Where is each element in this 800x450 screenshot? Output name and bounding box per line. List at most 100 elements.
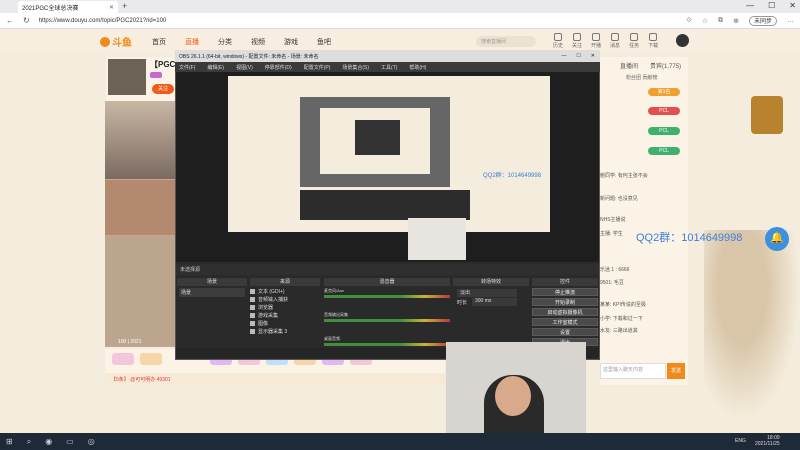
maximize-icon[interactable]: ☐ [576,53,580,59]
virtual-camera-button[interactable]: 启动虚拟摄像机 [532,308,598,316]
nav-live[interactable]: 直播 [185,37,199,47]
menu-docks[interactable]: 停靠部件(D) [265,64,292,71]
search-icon[interactable]: ⌕ [27,437,31,447]
browser-tab[interactable]: 2021PGC全球总决赛 ✕ [18,1,118,13]
download-icon[interactable]: 下载 [648,33,658,49]
mixer-channel[interactable]: 音频输出采集 [324,312,450,323]
nav-video[interactable]: 视频 [251,37,265,47]
site-logo[interactable]: 斗鱼 [100,34,132,49]
bell-icon[interactable]: 🔔 [765,227,789,251]
menu-file[interactable]: 文件(F) [179,64,195,71]
chat-message: 水友: 三路出道其 [600,328,638,334]
obs-titlebar: OBS 26.1.1 (64-bit, windows) - 配置文件: 未命名… [175,50,600,62]
menu-profile[interactable]: 配置文件(P) [304,64,331,71]
chat-message: 鲍同学: 有何主张不会 [600,173,648,179]
minimize-icon[interactable]: — [746,1,754,10]
follow-button[interactable]: 关注 [152,84,174,94]
close-icon[interactable]: ✕ [591,53,595,59]
follow-icon[interactable]: 关注 [572,33,582,49]
preview-webcam [408,218,466,260]
window-controls: — ☐ ✕ [746,1,796,10]
nav-yuba[interactable]: 鱼吧 [317,37,331,47]
source-item[interactable]: 图像 [250,320,316,327]
sync-button[interactable]: 未同步 [748,15,777,26]
collections-icon[interactable]: ⧉ [718,17,723,25]
room-thumbnail[interactable] [108,59,146,95]
notice-text: 【5条】 @可可明办 49301 [111,376,171,383]
source-item[interactable]: 文本 (GDI+) [250,288,316,295]
message-icon[interactable]: 消息 [610,33,620,49]
duration-input[interactable]: 300 ms [472,298,517,306]
start-icon[interactable]: ⊞ [6,437,13,446]
send-button[interactable]: 发送 [667,363,685,379]
input-language[interactable]: ENG [735,438,746,444]
controls-dock-header: 控件 [532,278,598,286]
menu-scene-collection[interactable]: 场景集合(S) [342,64,369,71]
close-icon[interactable]: ✕ [109,4,114,11]
nav-home[interactable]: 首页 [152,37,166,47]
clock[interactable]: 18:09 2021/11/25 [755,435,780,447]
rank-badge[interactable]: 第1名 [648,88,680,96]
event-badge[interactable] [751,96,783,134]
rank-badge[interactable]: PCL [648,107,680,115]
more-icon[interactable]: … [787,17,794,24]
webcam-face [495,376,531,416]
nav-category[interactable]: 分类 [218,37,232,47]
image-icon [250,321,255,326]
minimize-icon[interactable]: — [561,53,566,59]
favorite-icon[interactable]: ☆ [702,17,708,25]
scene-item[interactable]: 场景 [179,288,245,297]
stream-frame-top [105,101,177,179]
search-input[interactable]: 搜索直播间 [476,36,536,47]
tab-vip[interactable]: 贵宾(1,775) [650,61,681,70]
stream-frame-bottom [105,236,177,346]
new-tab-icon[interactable]: + [122,1,127,11]
gift-icon[interactable] [112,353,134,365]
extensions-icon[interactable]: ⊕ [733,17,739,25]
broadcast-icon[interactable]: 开播 [591,33,601,49]
close-window-icon[interactable]: ✕ [789,1,796,10]
source-item[interactable]: 游戏采集 [250,312,316,319]
folder-icon[interactable]: ▭ [66,437,74,446]
gift-icon[interactable] [140,353,162,365]
source-item[interactable]: 音频输入捕获 [250,296,316,303]
obs-menubar: 文件(F) 编辑(E) 视图(V) 停靠部件(D) 配置文件(P) 场景集合(S… [175,62,600,72]
maximize-icon[interactable]: ☐ [768,1,775,10]
room-title: 【PGC [150,60,176,69]
obs-icon[interactable]: ◎ [88,437,95,446]
back-icon[interactable]: ← [6,16,14,25]
task-icon[interactable]: 任务 [629,33,639,49]
edge-icon[interactable]: ◉ [45,437,52,446]
mixer-channel[interactable]: 麦克风/Aux [324,288,450,299]
history-icon[interactable]: 历史 [553,33,563,49]
start-recording-button[interactable]: 开始录制 [532,298,598,306]
translate-icon[interactable]: ⟐ [686,17,692,25]
main-nav: 首页 直播 分类 视频 游戏 鱼吧 [152,37,331,47]
transitions-dock-header: 转场特效 [453,278,529,286]
chat-input[interactable]: 这里输入聊天内容 [600,363,666,379]
browser-tab-bar [0,0,800,13]
obs-source-status: 未选择源 [176,264,599,275]
url-input[interactable]: https://www.douyu.com/topic/PGC2021?rid=… [39,18,599,24]
menu-help[interactable]: 帮助(H) [409,64,426,71]
studio-mode-button[interactable]: 工作室模式 [532,318,598,326]
menu-tools[interactable]: 工具(T) [381,64,397,71]
menu-edit[interactable]: 编辑(E) [207,64,224,71]
refresh-icon[interactable]: ↻ [23,16,30,25]
menu-view[interactable]: 视图(V) [236,64,253,71]
source-item[interactable]: 显示器采集 3 [250,328,316,335]
stop-streaming-button[interactable]: 停止推流 [532,288,598,296]
transition-select[interactable]: 淡出 [457,289,517,297]
rank-badge[interactable]: PCL [648,127,680,135]
tab-room[interactable]: 直播间 [620,61,638,70]
mixer-dock-header: 混音器 [324,278,450,286]
avatar[interactable] [676,34,689,47]
preview-obs-panel [300,190,470,220]
mixer-channel[interactable]: 桌面音频 [324,336,450,347]
obs-title: OBS 26.1.1 (64-bit, windows) - 配置文件: 未命名… [179,53,319,60]
source-item[interactable]: 浏览器 [250,304,316,311]
level-badge [150,72,162,78]
rank-badge[interactable]: PCL [648,147,680,155]
settings-button[interactable]: 设置 [532,328,598,336]
nav-game[interactable]: 游戏 [284,37,298,47]
